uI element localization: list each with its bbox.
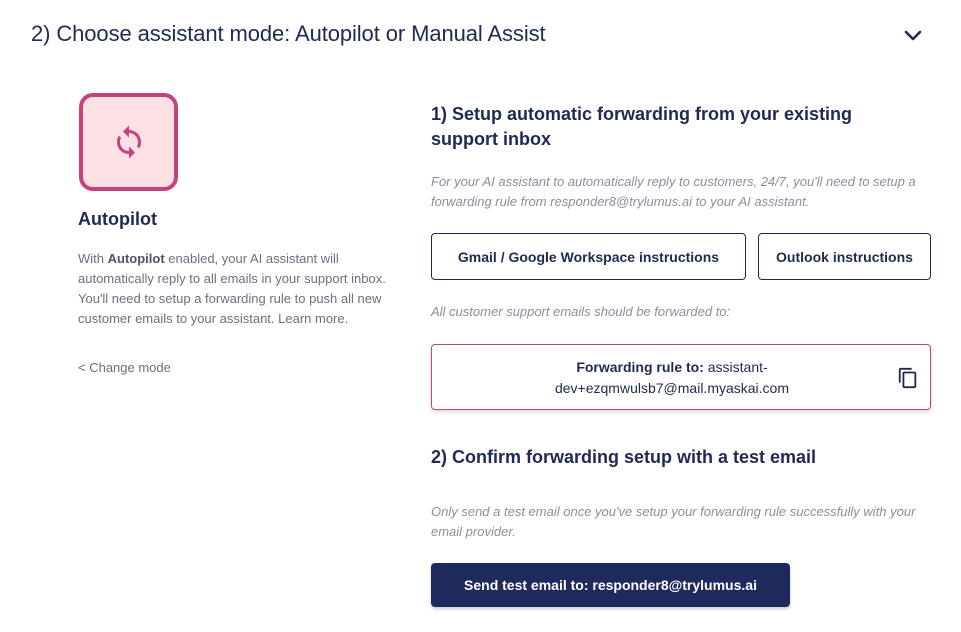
step1-hint: For your AI assistant to automatically r… [431,174,916,209]
step2-title: 2) Confirm forwarding setup with a test … [431,447,817,467]
forwarding-rule-label: Forwarding rule to: [576,359,704,375]
step1-title: 1) Setup automatic forwarding from your … [431,104,853,149]
mode-description-prefix: With [78,251,108,266]
copy-icon[interactable] [897,366,919,390]
sync-arrows-icon [117,125,141,159]
forwarding-rule-box: Forwarding rule to: assistant-dev+ezqmwu… [431,344,931,410]
autopilot-mode-icon-box [79,93,178,191]
send-test-email-button[interactable]: Send test email to: responder8@trylumus.… [431,563,790,607]
step2-hint: Only send a test email once you've setup… [431,504,916,539]
section-title: 2) Choose assistant mode: Autopilot or M… [31,21,546,46]
section-header[interactable]: 2) Choose assistant mode: Autopilot or M… [0,0,961,70]
forwarding-rule-text: Forwarding rule to: assistant-dev+ezqmwu… [492,357,852,399]
mode-description: With Autopilot enabled, your AI assistan… [78,249,398,329]
outlook-instructions-button[interactable]: Outlook instructions [758,233,931,280]
chevron-down-icon[interactable] [900,24,926,48]
mode-title: Autopilot [78,209,157,229]
forward-hint: All customer support emails should be fo… [431,304,731,319]
change-mode-link[interactable]: < Change mode [78,360,171,375]
gmail-instructions-button[interactable]: Gmail / Google Workspace instructions [431,233,746,280]
mode-description-bold: Autopilot [107,251,165,266]
